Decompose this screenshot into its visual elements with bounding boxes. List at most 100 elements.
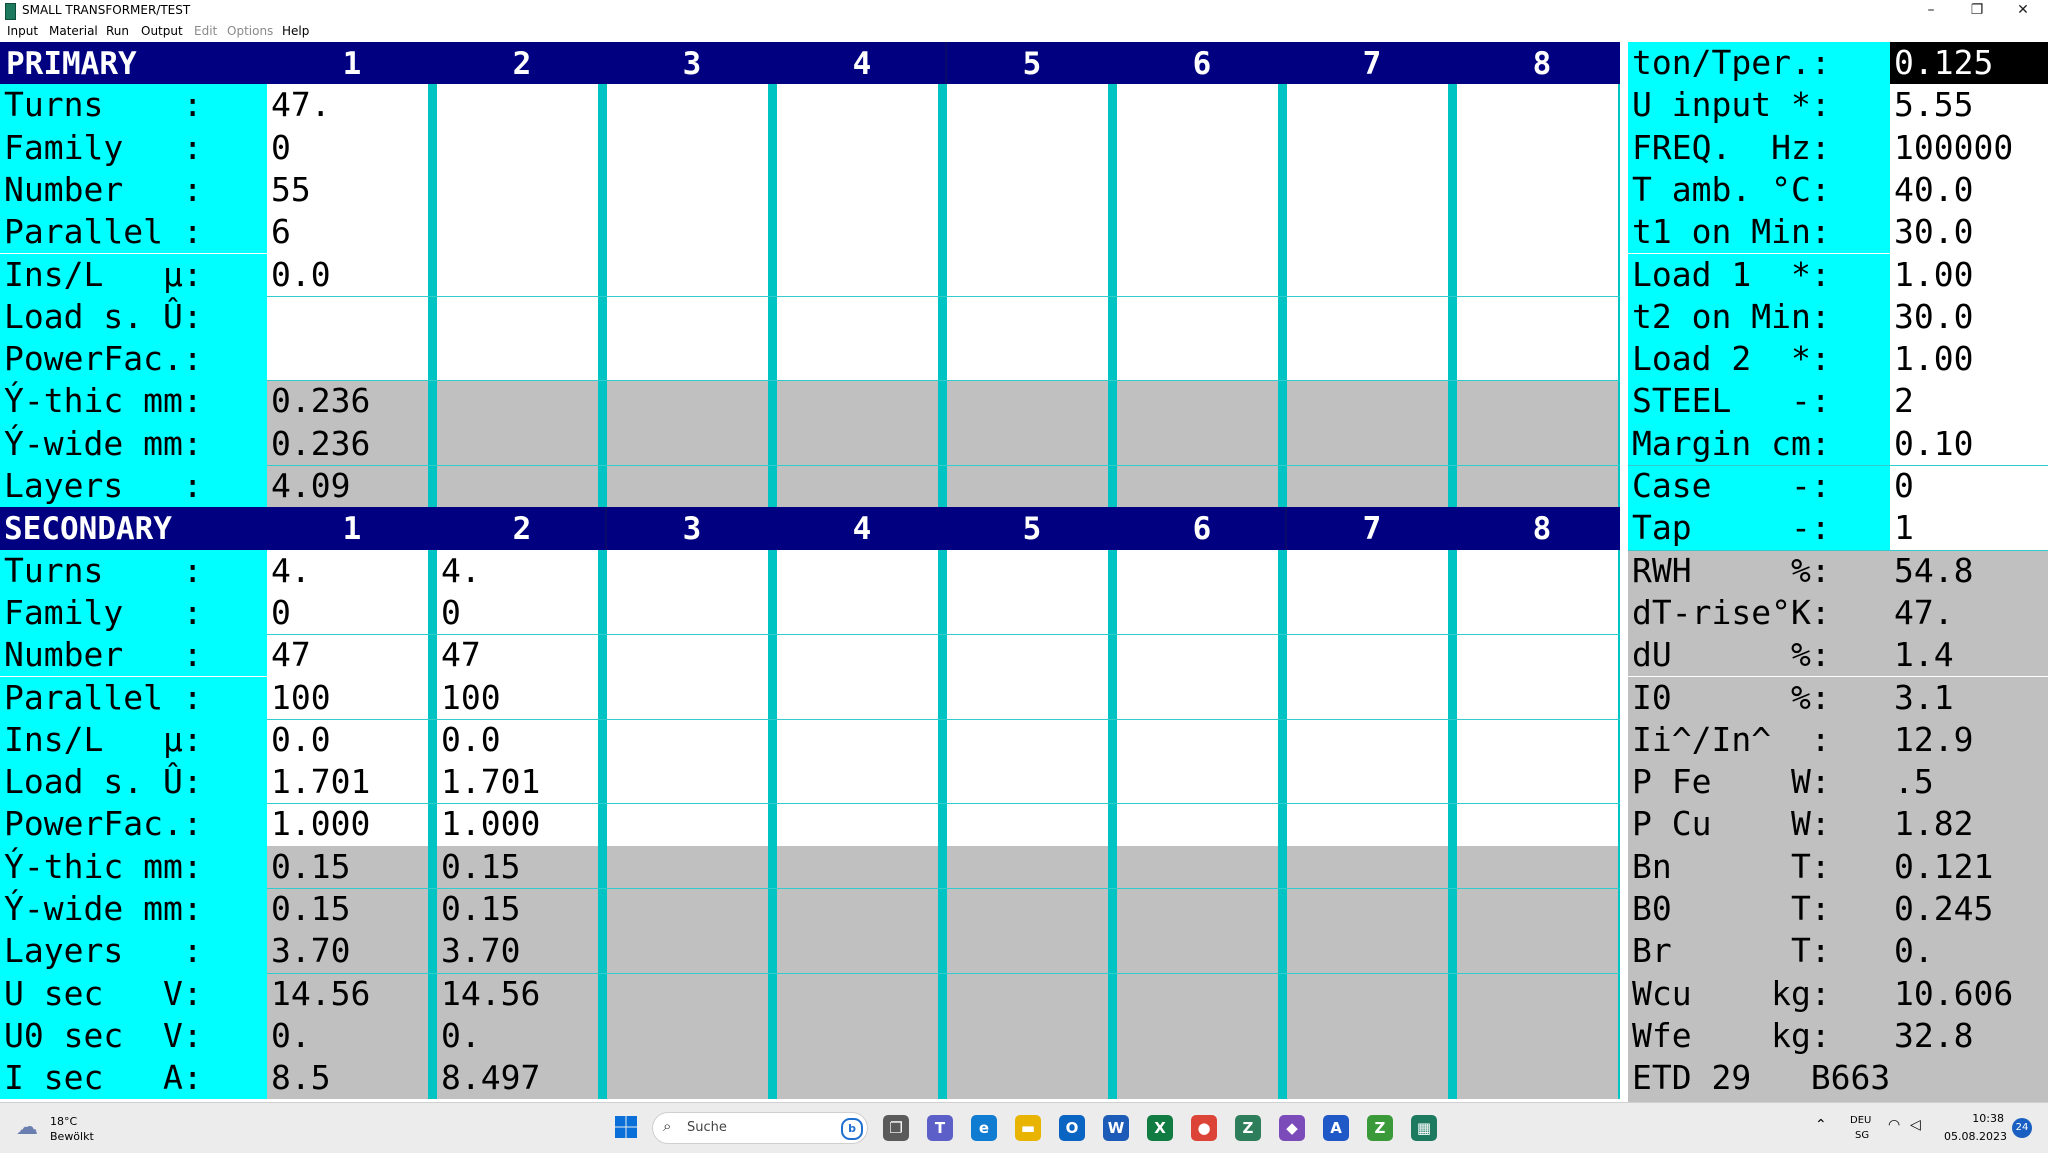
secondary-cell[interactable] (1287, 1014, 1448, 1058)
secondary-cell[interactable] (1457, 803, 1618, 846)
secondary-cell[interactable] (607, 1014, 768, 1058)
primary-cell[interactable] (1117, 211, 1278, 254)
primary-cell[interactable] (1287, 168, 1448, 212)
secondary-cell[interactable] (947, 718, 1108, 762)
primary-cell[interactable] (1457, 338, 1618, 381)
secondary-cell[interactable] (1287, 930, 1448, 973)
secondary-cell[interactable] (1117, 676, 1278, 719)
secondary-cell[interactable] (947, 845, 1108, 888)
secondary-cell[interactable] (947, 888, 1108, 931)
secondary-cell[interactable] (777, 845, 938, 888)
secondary-cell[interactable] (607, 930, 768, 973)
secondary-cell[interactable]: 0.15 (437, 888, 598, 931)
secondary-cell[interactable] (777, 591, 938, 635)
primary-cell[interactable] (1117, 380, 1278, 423)
secondary-cell[interactable] (607, 718, 768, 762)
secondary-cell[interactable] (1117, 591, 1278, 635)
secondary-cell[interactable] (947, 549, 1108, 592)
primary-cell[interactable] (1117, 168, 1278, 212)
secondary-cell[interactable]: 3.70 (437, 930, 598, 973)
param-value-22[interactable]: 10.606 (1890, 972, 2048, 1015)
secondary-cell[interactable] (777, 803, 938, 846)
primary-cell[interactable] (947, 338, 1108, 381)
primary-cell[interactable]: 4.09 (267, 465, 428, 508)
primary-cell[interactable]: 0.236 (267, 422, 428, 465)
primary-cell[interactable] (947, 465, 1108, 508)
secondary-cell[interactable]: 0. (437, 1014, 598, 1058)
primary-cell[interactable] (1457, 380, 1618, 423)
param-value-13[interactable]: 47. (1890, 591, 2048, 635)
secondary-cell[interactable] (1287, 676, 1448, 719)
primary-cell[interactable] (1287, 422, 1448, 465)
secondary-cell[interactable] (607, 972, 768, 1015)
file-explorer-icon[interactable]: ▬ (1015, 1115, 1041, 1141)
param-value-23[interactable]: 32.8 (1890, 1014, 2048, 1058)
param-value-16[interactable]: 12.9 (1890, 718, 2048, 762)
primary-cell[interactable] (607, 295, 768, 339)
primary-cell[interactable] (1287, 295, 1448, 339)
primary-cell[interactable] (1287, 84, 1448, 127)
secondary-cell[interactable] (777, 549, 938, 592)
secondary-cell[interactable]: 0 (267, 591, 428, 635)
primary-cell[interactable] (777, 380, 938, 423)
secondary-cell[interactable] (1117, 634, 1278, 677)
primary-cell[interactable] (607, 126, 768, 169)
primary-cell[interactable] (607, 211, 768, 254)
secondary-cell[interactable] (947, 930, 1108, 973)
secondary-cell[interactable] (1457, 676, 1618, 719)
secondary-cell[interactable] (947, 634, 1108, 677)
teams-icon[interactable]: T (927, 1115, 953, 1141)
primary-cell[interactable] (1117, 338, 1278, 381)
secondary-cell[interactable] (947, 1014, 1108, 1058)
primary-cell[interactable] (1457, 168, 1618, 212)
windows-start-icon[interactable] (614, 1115, 640, 1141)
secondary-cell[interactable] (1457, 549, 1618, 592)
secondary-cell[interactable] (1457, 634, 1618, 677)
primary-cell[interactable] (947, 295, 1108, 339)
visual-studio-icon[interactable]: ◆ (1279, 1115, 1305, 1141)
primary-cell[interactable] (437, 168, 598, 212)
menu-help[interactable]: Help (282, 24, 309, 38)
primary-cell[interactable] (777, 253, 938, 296)
secondary-cell[interactable] (1117, 803, 1278, 846)
primary-cell[interactable] (437, 422, 598, 465)
secondary-cell[interactable]: 0. (267, 1014, 428, 1058)
secondary-cell[interactable] (607, 761, 768, 804)
primary-cell[interactable] (1457, 253, 1618, 296)
secondary-cell[interactable]: 47 (267, 634, 428, 677)
search-box[interactable]: ⌕ Suche b (652, 1112, 868, 1144)
secondary-cell[interactable] (1457, 761, 1618, 804)
z-app-2-icon[interactable]: Z (1367, 1115, 1393, 1141)
primary-cell[interactable] (1117, 295, 1278, 339)
secondary-cell[interactable]: 1.701 (267, 761, 428, 804)
param-value-20[interactable]: 0.245 (1890, 888, 2048, 931)
primary-cell[interactable] (1117, 126, 1278, 169)
primary-cell[interactable] (947, 422, 1108, 465)
primary-cell[interactable] (437, 338, 598, 381)
secondary-cell[interactable] (1457, 1014, 1618, 1058)
primary-cell[interactable] (1287, 211, 1448, 254)
primary-cell[interactable] (437, 126, 598, 169)
secondary-cell[interactable]: 4. (267, 549, 428, 592)
secondary-cell[interactable] (947, 972, 1108, 1015)
secondary-cell[interactable] (1287, 845, 1448, 888)
wifi-icon[interactable]: ◠ (1888, 1117, 1900, 1133)
primary-cell[interactable] (777, 465, 938, 508)
secondary-cell[interactable] (1117, 718, 1278, 762)
primary-cell[interactable] (607, 380, 768, 423)
secondary-cell[interactable] (947, 676, 1108, 719)
param-value-6[interactable]: 30.0 (1890, 295, 2048, 339)
primary-cell[interactable] (1457, 422, 1618, 465)
primary-cell[interactable] (947, 380, 1108, 423)
secondary-cell[interactable] (1287, 718, 1448, 762)
primary-cell[interactable] (1457, 126, 1618, 169)
param-value-4[interactable]: 30.0 (1890, 211, 2048, 254)
primary-cell[interactable] (437, 465, 598, 508)
primary-cell[interactable] (607, 168, 768, 212)
secondary-cell[interactable]: 47 (437, 634, 598, 677)
secondary-cell[interactable] (607, 676, 768, 719)
param-value-21[interactable]: 0. (1890, 930, 2048, 973)
secondary-cell[interactable] (1117, 1014, 1278, 1058)
param-value-17[interactable]: .5 (1890, 761, 2048, 804)
primary-cell[interactable]: 47. (267, 84, 428, 127)
